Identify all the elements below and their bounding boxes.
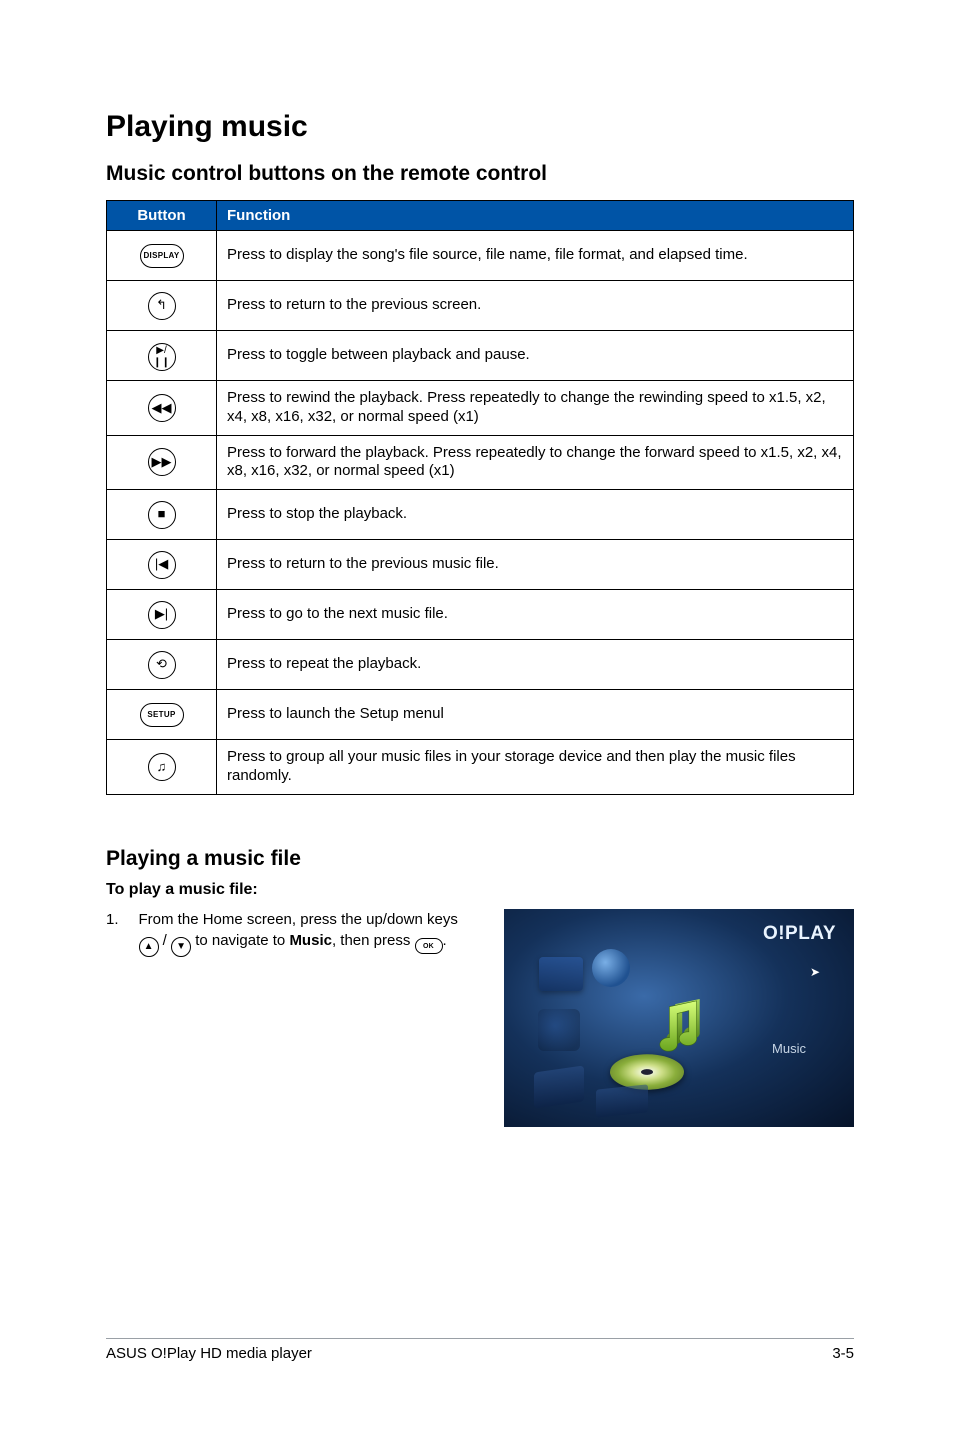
section-play-file-title: Playing a music file [106,847,854,871]
ok-key-icon: OK [415,938,443,954]
function-text: Press to group all your music files in y… [217,740,854,795]
function-text: Press to return to the previous screen. [217,281,854,331]
footer-page-number: 3-5 [832,1345,854,1362]
folder-thumb-icon [539,957,583,991]
down-key-icon: ▼ [171,937,191,957]
rewind-button-icon: ◀◀ [148,394,176,422]
table-row: SETUP Press to launch the Setup menul [107,690,854,740]
next-file-button-icon: ▶| [148,601,176,629]
step-segment: From the Home screen, press the up/down … [139,911,458,928]
function-text: Press to display the song's file source,… [217,231,854,281]
function-text: Press to rewind the playback. Press repe… [217,381,854,436]
page-footer: ASUS O!Play HD media player 3-5 [106,1338,854,1362]
play-pause-button-icon: ▶/❙❙ [148,343,176,371]
table-row: ▶/❙❙ Press to toggle between playback an… [107,331,854,381]
table-row: ◀◀ Press to rewind the playback. Press r… [107,381,854,436]
display-button-icon: DISPLAY [140,244,184,268]
table-header-function: Function [217,201,854,231]
step-segment: , then press [332,932,415,949]
function-text: Press to launch the Setup menul [217,690,854,740]
table-row: ♫ Press to group all your music files in… [107,740,854,795]
table-row: |◀ Press to return to the previous music… [107,540,854,590]
function-text: Press to repeat the playback. [217,640,854,690]
function-text: Press to stop the playback. [217,490,854,540]
globe-thumb-icon [592,949,630,987]
step-segment: . [443,932,447,949]
music-note-icon [652,997,714,1059]
forward-button-icon: ▶▶ [148,448,176,476]
table-row: ↰ Press to return to the previous screen… [107,281,854,331]
step-text: 1. From the Home screen, press the up/do… [106,909,474,957]
setup-button-icon: SETUP [140,703,184,727]
step-number: 1. [106,909,119,957]
shuffle-music-button-icon: ♫ [148,753,176,781]
back-button-icon: ↰ [148,292,176,320]
menu-music-label: Music [772,1041,806,1056]
repeat-button-icon: ⟲ [148,651,176,679]
table-header-button: Button [107,201,217,231]
function-text: Press to forward the playback. Press rep… [217,435,854,490]
film-thumb-icon [538,1009,580,1051]
music-label: Music [289,932,332,949]
cursor-icon: ➤ [810,965,820,979]
previous-file-button-icon: |◀ [148,551,176,579]
section-play-file-subtitle: To play a music file: [106,881,854,899]
footer-product-name: ASUS O!Play HD media player [106,1345,312,1362]
remote-buttons-table: Button Function DISPLAY Press to display… [106,200,854,795]
table-row: ▶| Press to go to the next music file. [107,590,854,640]
stop-button-icon: ■ [148,501,176,529]
table-row: ⟲ Press to repeat the playback. [107,640,854,690]
step-segment: to navigate to [191,932,289,949]
folder-thumb-icon [534,1065,584,1108]
page-title: Playing music [106,110,854,144]
step-segment: / [159,932,172,949]
section-music-controls-title: Music control buttons on the remote cont… [106,162,854,186]
card-thumb-icon [596,1084,648,1117]
function-text: Press to go to the next music file. [217,590,854,640]
home-screen-screenshot: O!PLAY ➤ Music [504,909,854,1127]
oplay-logo: O!PLAY [763,923,836,945]
function-text: Press to return to the previous music fi… [217,540,854,590]
function-text: Press to toggle between playback and pau… [217,331,854,381]
table-row: ■ Press to stop the playback. [107,490,854,540]
table-row: DISPLAY Press to display the song's file… [107,231,854,281]
up-key-icon: ▲ [139,937,159,957]
table-row: ▶▶ Press to forward the playback. Press … [107,435,854,490]
